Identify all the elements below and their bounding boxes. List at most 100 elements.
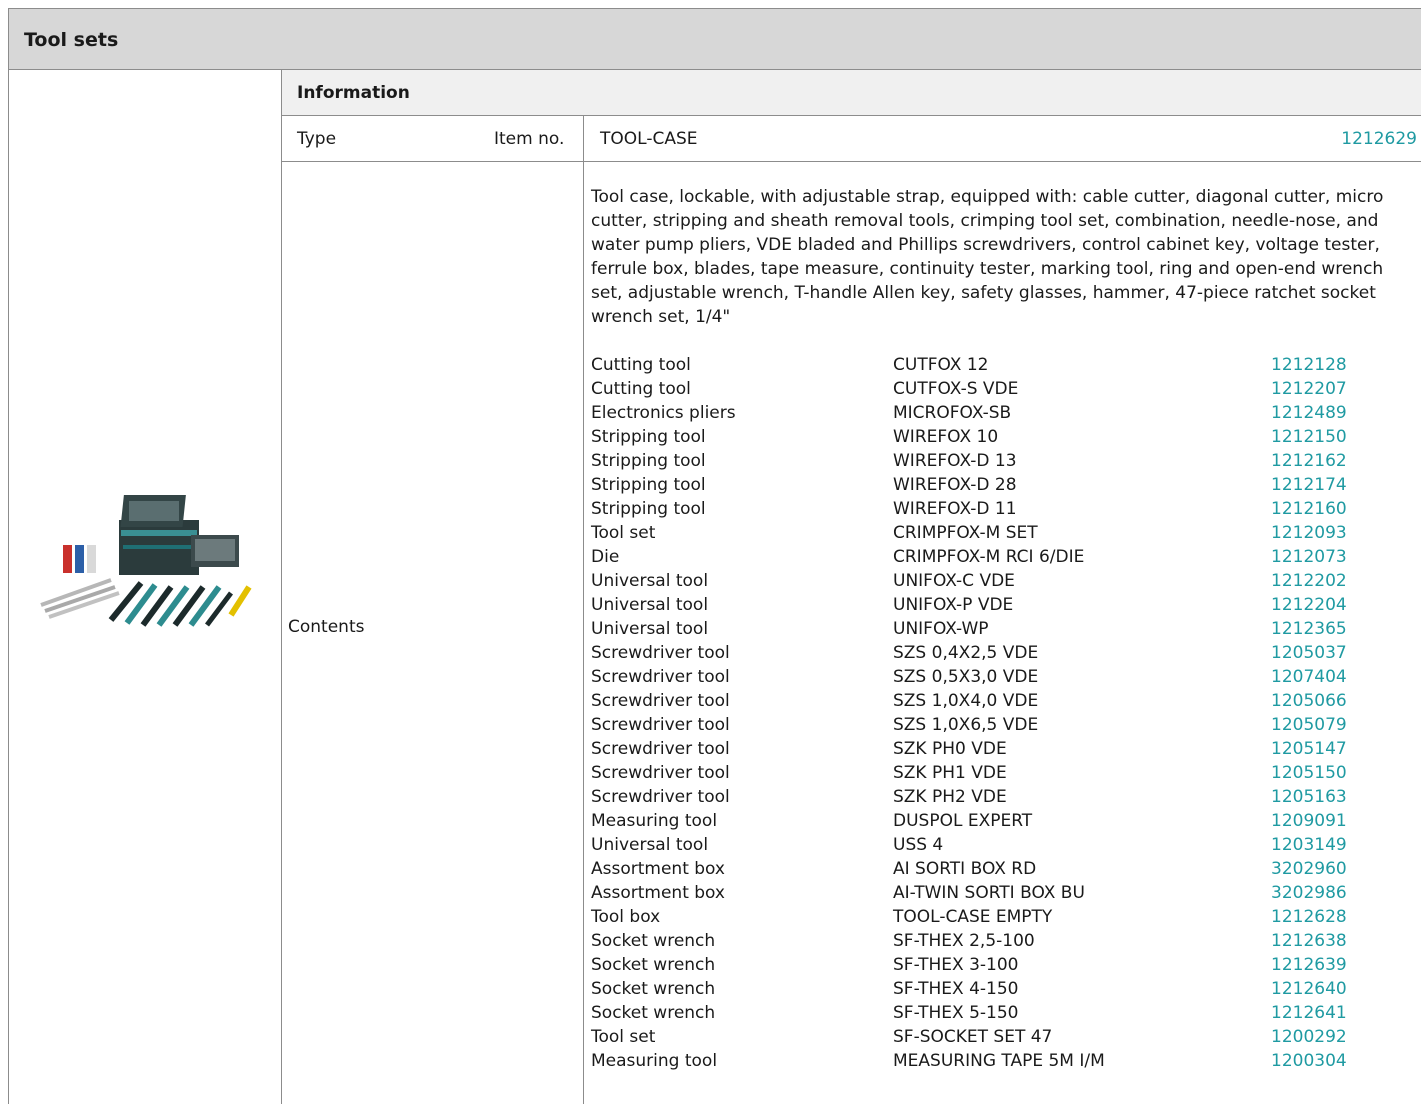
item-number-link[interactable]: 1212641 [1271, 1001, 1347, 1025]
list-item: Universal tool UNIFOX-WP 1212365 [591, 617, 1371, 641]
item-category: Stripping tool [591, 451, 706, 471]
contents-description: Tool case, lockable, with adjustable str… [591, 187, 1384, 327]
item-type: CRIMPFOX-M RCI 6/DIE [893, 547, 1085, 567]
item-type: UNIFOX-WP [893, 619, 989, 639]
list-item: Screwdriver tool SZS 0,4X2,5 VDE 1205037 [591, 641, 1371, 665]
item-category: Cutting tool [591, 355, 691, 375]
item-number-link[interactable]: 1200292 [1271, 1025, 1347, 1049]
list-item: Screwdriver tool SZK PH1 VDE 1205150 [591, 761, 1371, 785]
item-type: UNIFOX-C VDE [893, 571, 1015, 591]
item-number-link[interactable]: 1212207 [1271, 377, 1347, 401]
list-item: Socket wrench SF-THEX 3-100 1212639 [591, 953, 1371, 977]
item-number-link[interactable]: 1207404 [1271, 665, 1347, 689]
item-no-label: Item no. [494, 129, 565, 149]
item-number-link[interactable]: 1212128 [1271, 353, 1347, 377]
item-number-link[interactable]: 1209091 [1271, 809, 1347, 833]
item-number-link[interactable]: 1212174 [1271, 473, 1347, 497]
item-category: Socket wrench [591, 955, 716, 975]
item-category: Socket wrench [591, 931, 716, 951]
item-category: Tool box [591, 907, 661, 927]
item-number-link[interactable]: 1212073 [1271, 545, 1347, 569]
item-category: Cutting tool [591, 379, 691, 399]
item-number-link[interactable]: 1212204 [1271, 593, 1347, 617]
item-category: Screwdriver tool [591, 643, 730, 663]
item-category: Stripping tool [591, 475, 706, 495]
column-divider [583, 116, 584, 1104]
list-item: Stripping tool WIREFOX-D 28 1212174 [591, 473, 1371, 497]
product-image-column [9, 70, 282, 1104]
type-row: Type Item no. TOOL-CASE 1212629 [282, 116, 1421, 162]
item-type: TOOL-CASE EMPTY [893, 907, 1053, 927]
item-number-link[interactable]: 1205150 [1271, 761, 1347, 785]
item-category: Screwdriver tool [591, 787, 730, 807]
item-category: Screwdriver tool [591, 763, 730, 783]
item-category: Stripping tool [591, 499, 706, 519]
item-type: SZS 1,0X4,0 VDE [893, 691, 1039, 711]
list-item: Assortment box AI SORTI BOX RD 3202960 [591, 857, 1371, 881]
item-category: Screwdriver tool [591, 667, 730, 687]
list-item: Socket wrench SF-THEX 5-150 1212641 [591, 1001, 1371, 1025]
item-category: Tool set [591, 1027, 656, 1047]
item-type: SZK PH0 VDE [893, 739, 1007, 759]
item-number-link[interactable]: 1205147 [1271, 737, 1347, 761]
item-category: Measuring tool [591, 1051, 718, 1071]
item-number-link[interactable]: 1212093 [1271, 521, 1347, 545]
list-item: Universal tool UNIFOX-P VDE 1212204 [591, 593, 1371, 617]
item-number-link[interactable]: 1212150 [1271, 425, 1347, 449]
item-no-link[interactable]: 1212629 [1341, 129, 1417, 149]
list-item: Electronics pliers MICROFOX-SB 1212489 [591, 401, 1371, 425]
item-type: CUTFOX 12 [893, 355, 989, 375]
item-number-link[interactable]: 1200304 [1271, 1049, 1347, 1073]
list-item: Screwdriver tool SZS 0,5X3,0 VDE 1207404 [591, 665, 1371, 689]
item-category: Universal tool [591, 571, 709, 591]
item-number-link[interactable]: 1205037 [1271, 641, 1347, 665]
list-item: Tool set CRIMPFOX-M SET 1212093 [591, 521, 1371, 545]
item-type: WIREFOX-D 11 [893, 499, 1017, 519]
list-item: Screwdriver tool SZK PH0 VDE 1205147 [591, 737, 1371, 761]
item-type: CUTFOX-S VDE [893, 379, 1019, 399]
item-type: CRIMPFOX-M SET [893, 523, 1038, 543]
item-number-link[interactable]: 1212162 [1271, 449, 1347, 473]
contents-list: Cutting tool CUTFOX 12 1212128 Cutting tool… [591, 353, 1371, 1073]
item-type: DUSPOL EXPERT [893, 811, 1033, 831]
item-category: Screwdriver tool [591, 691, 730, 711]
list-item: Universal tool UNIFOX-C VDE 1212202 [591, 569, 1371, 593]
list-item: Stripping tool WIREFOX-D 13 1212162 [591, 449, 1371, 473]
item-category: Stripping tool [591, 427, 706, 447]
item-type: UNIFOX-P VDE [893, 595, 1014, 615]
item-category: Assortment box [591, 883, 725, 903]
item-category: Die [591, 547, 620, 567]
item-type: AI-TWIN SORTI BOX BU [893, 883, 1085, 903]
item-type: SF-THEX 4-150 [893, 979, 1019, 999]
item-number-link[interactable]: 1212628 [1271, 905, 1347, 929]
item-number-link[interactable]: 1205163 [1271, 785, 1347, 809]
item-type: USS 4 [893, 835, 944, 855]
item-number-link[interactable]: 1212638 [1271, 929, 1347, 953]
item-number-link[interactable]: 1212489 [1271, 401, 1347, 425]
item-number-link[interactable]: 1212365 [1271, 617, 1347, 641]
item-type: SF-THEX 5-150 [893, 1003, 1019, 1023]
item-number-link[interactable]: 1205066 [1271, 689, 1347, 713]
type-value: TOOL-CASE [600, 129, 698, 149]
item-type: SZK PH2 VDE [893, 787, 1007, 807]
item-number-link[interactable]: 3202960 [1271, 857, 1347, 881]
item-type: SZS 0,5X3,0 VDE [893, 667, 1039, 687]
item-number-link[interactable]: 1212640 [1271, 977, 1347, 1001]
list-item: Measuring tool MEASURING TAPE 5M I/M 12003… [591, 1049, 1371, 1073]
item-number-link[interactable]: 1212639 [1271, 953, 1347, 977]
list-item: Measuring tool DUSPOL EXPERT 1209091 [591, 809, 1371, 833]
item-category: Universal tool [591, 835, 709, 855]
item-type: SZS 0,4X2,5 VDE [893, 643, 1039, 663]
item-number-link[interactable]: 1212202 [1271, 569, 1347, 593]
item-number-link[interactable]: 1205079 [1271, 713, 1347, 737]
item-category: Universal tool [591, 619, 709, 639]
item-number-link[interactable]: 3202986 [1271, 881, 1347, 905]
item-category: Socket wrench [591, 979, 716, 999]
item-number-link[interactable]: 1203149 [1271, 833, 1347, 857]
item-category: Universal tool [591, 595, 709, 615]
list-item: Cutting tool CUTFOX 12 1212128 [591, 353, 1371, 377]
item-type: SF-THEX 3-100 [893, 955, 1019, 975]
item-type: MICROFOX-SB [893, 403, 1012, 423]
item-number-link[interactable]: 1212160 [1271, 497, 1347, 521]
list-item: Screwdriver tool SZK PH2 VDE 1205163 [591, 785, 1371, 809]
